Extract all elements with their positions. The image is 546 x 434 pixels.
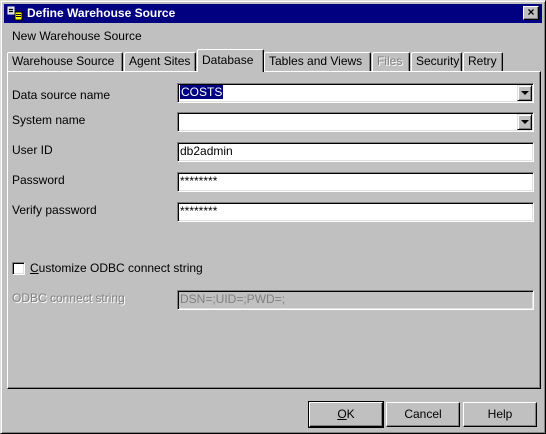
tab-database[interactable]: Database — [197, 49, 264, 72]
help-button[interactable]: Help — [463, 402, 537, 427]
customize-odbc-label-rest: ustomize ODBC connect string — [38, 261, 203, 275]
verify-password-label: Verify password — [12, 203, 97, 217]
data-source-name-combobox[interactable]: COSTS — [177, 83, 534, 103]
cancel-button[interactable]: Cancel — [386, 402, 460, 427]
ok-mnemonic: O — [337, 407, 347, 421]
data-source-name-label: Data source name — [12, 88, 111, 102]
dialog-subtitle: New Warehouse Source — [12, 29, 142, 43]
tab-agent-sites[interactable]: Agent Sites — [124, 52, 196, 71]
system-name-combobox[interactable] — [177, 112, 534, 132]
tab-security[interactable]: Security — [411, 52, 462, 71]
dropdown-arrow-icon[interactable] — [517, 114, 532, 130]
tab-warehouse-source[interactable]: Warehouse Source — [7, 52, 123, 71]
data-source-name-value: COSTS — [180, 85, 224, 99]
ok-label-rest: K — [346, 407, 355, 421]
dropdown-arrow-icon[interactable] — [517, 85, 532, 101]
close-icon[interactable]: × — [523, 6, 539, 20]
dialog-window: Define Warehouse Source × New Warehouse … — [0, 0, 546, 434]
user-id-field[interactable]: db2admin — [177, 142, 534, 162]
customize-odbc-mnemonic: C — [30, 261, 39, 275]
tab-tables-and-views[interactable]: Tables and Views — [264, 52, 371, 71]
title-bar[interactable]: Define Warehouse Source × — [4, 4, 542, 23]
window-title: Define Warehouse Source — [27, 6, 176, 20]
customize-odbc-label[interactable]: Customize ODBC connect string — [30, 261, 203, 275]
user-id-label: User ID — [12, 143, 53, 157]
tab-retry[interactable]: Retry — [463, 52, 503, 71]
password-field[interactable]: ******** — [177, 172, 534, 192]
system-name-label: System name — [12, 113, 86, 127]
verify-password-field[interactable]: ******** — [177, 202, 534, 222]
tab-strip: Warehouse Source Agent Sites Database Ta… — [7, 49, 541, 72]
odbc-connect-string-field: DSN=;UID=;PWD=; — [177, 290, 534, 310]
password-label: Password — [12, 173, 65, 187]
tab-files: Files — [372, 52, 410, 71]
customize-odbc-checkbox[interactable] — [12, 262, 25, 275]
warehouse-source-icon — [7, 6, 23, 21]
ok-button[interactable]: OK — [308, 401, 384, 428]
odbc-connect-string-label: ODBC connect string — [12, 291, 125, 305]
